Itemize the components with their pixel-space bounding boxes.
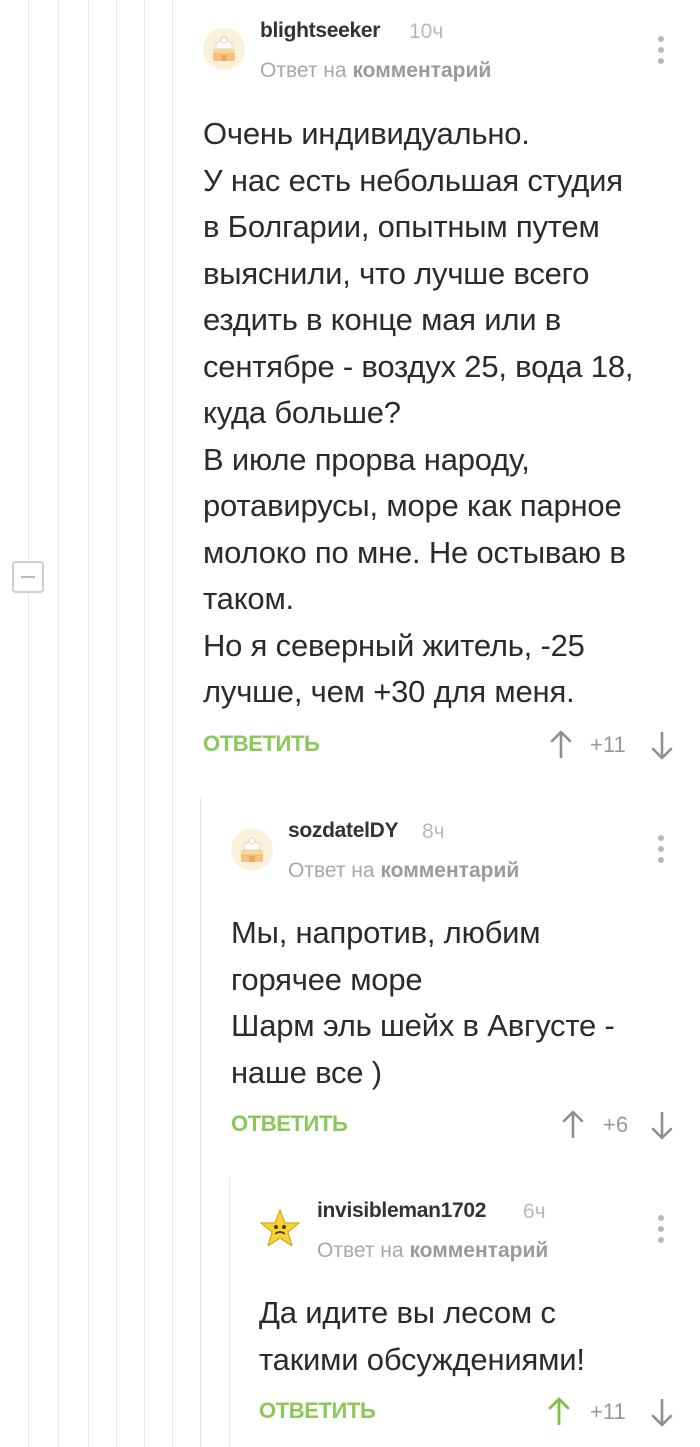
downvote-icon[interactable] [651, 1399, 673, 1427]
comment-time: 6ч [523, 1200, 546, 1223]
username[interactable]: invisibleman1702 [317, 1199, 486, 1223]
reply-button[interactable]: ОТВЕТИТЬ [259, 1398, 376, 1424]
reply-to-link[interactable]: Ответ на комментарий [317, 1239, 548, 1263]
star-icon [259, 1208, 301, 1248]
reply-to-prefix: Ответ на [317, 1239, 404, 1262]
more-menu-icon[interactable] [656, 1215, 666, 1247]
upvote-icon[interactable] [548, 1397, 570, 1425]
reply-to-target[interactable]: комментарий [409, 1239, 548, 1262]
avatar[interactable] [259, 1208, 301, 1250]
rating: +11 [590, 1399, 626, 1424]
comment-text: Да идите вы лесом с такими обсуждениями! [259, 1295, 585, 1377]
comment: invisibleman1702 6ч Ответ на комментарий… [0, 0, 700, 1447]
